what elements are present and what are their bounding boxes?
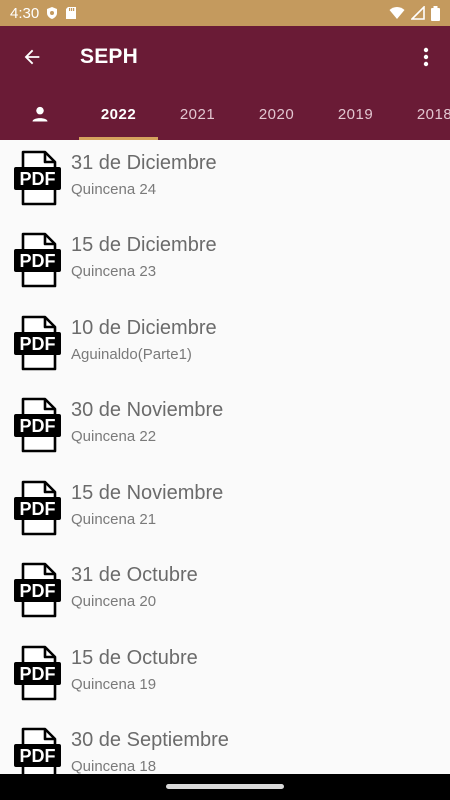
svg-text:PDF: PDF [20, 251, 56, 271]
item-title: 31 de Octubre [71, 564, 198, 586]
pdf-icon: PDF [14, 397, 61, 453]
item-subtitle: Quincena 20 [71, 593, 157, 610]
tab-2018[interactable]: 2018 [395, 88, 450, 140]
svg-text:PDF: PDF [20, 169, 56, 189]
list-item[interactable]: PDF 31 de Octubre Quincena 20 [0, 552, 450, 634]
list-item[interactable]: PDF 15 de Diciembre Quincena 23 [0, 222, 450, 304]
more-options-button[interactable] [402, 26, 450, 88]
tab-2021[interactable]: 2021 [158, 88, 237, 140]
item-subtitle: Quincena 22 [71, 428, 157, 445]
item-title: 15 de Diciembre [71, 234, 217, 256]
item-subtitle: Quincena 21 [71, 511, 157, 528]
item-subtitle: Aguinaldo(Parte1) [71, 346, 192, 363]
item-title: 15 de Octubre [71, 647, 198, 669]
list-item[interactable]: PDF 15 de Noviembre Quincena 21 [0, 470, 450, 552]
person-icon [32, 106, 47, 122]
pdf-icon: PDF [14, 645, 61, 701]
app-bar: SEPH [0, 26, 450, 88]
item-title: 10 de Diciembre [71, 317, 217, 339]
item-title: 31 de Diciembre [71, 152, 217, 174]
pdf-icon: PDF [14, 727, 61, 774]
item-subtitle: Quincena 23 [71, 263, 157, 280]
list-item[interactable]: PDF 31 de Diciembre Quincena 24 [0, 140, 450, 222]
home-gesture-handle[interactable] [166, 784, 284, 789]
svg-text:PDF: PDF [20, 334, 56, 354]
item-title: 30 de Noviembre [71, 399, 224, 421]
list-item[interactable]: PDF 10 de Diciembre Aguinaldo(Parte1) [0, 305, 450, 387]
status-time: 4:30 [10, 4, 40, 22]
tab-2020[interactable]: 2020 [237, 88, 316, 140]
shield-icon [47, 7, 58, 19]
list-item[interactable]: PDF 30 de Septiembre Quincena 18 [0, 717, 450, 774]
svg-text:PDF: PDF [20, 581, 56, 601]
item-subtitle: Quincena 18 [71, 758, 157, 774]
document-list: PDF 31 de Diciembre Quincena 24 PDF 15 d… [0, 140, 450, 774]
pdf-icon: PDF [14, 480, 61, 536]
svg-text:PDF: PDF [20, 499, 56, 519]
year-tabs: 2022 2021 2020 2019 2018 [0, 88, 450, 140]
pdf-icon: PDF [14, 232, 61, 288]
back-button[interactable] [4, 26, 60, 88]
tab-profile[interactable] [0, 88, 79, 140]
tab-2022[interactable]: 2022 [79, 88, 158, 140]
more-vert-icon [423, 47, 429, 67]
svg-text:PDF: PDF [20, 664, 56, 684]
battery-icon [431, 5, 440, 21]
pdf-icon: PDF [14, 315, 61, 371]
list-item[interactable]: PDF 15 de Octubre Quincena 19 [0, 635, 450, 717]
arrow-back-icon [24, 49, 40, 65]
svg-text:PDF: PDF [20, 416, 56, 436]
item-title: 15 de Noviembre [71, 482, 224, 504]
signal-icon [411, 6, 425, 20]
status-bar: 4:30 [0, 0, 450, 26]
pdf-icon: PDF [14, 150, 61, 206]
item-subtitle: Quincena 24 [71, 181, 157, 198]
item-title: 30 de Septiembre [71, 729, 229, 751]
system-nav-bar [0, 774, 450, 800]
tab-2019[interactable]: 2019 [316, 88, 395, 140]
page-title: SEPH [80, 45, 138, 68]
list-item[interactable]: PDF 30 de Noviembre Quincena 22 [0, 387, 450, 469]
svg-text:PDF: PDF [20, 746, 56, 766]
sd-card-icon [66, 7, 77, 19]
item-subtitle: Quincena 19 [71, 676, 157, 693]
pdf-icon: PDF [14, 562, 61, 618]
wifi-icon [389, 7, 405, 19]
